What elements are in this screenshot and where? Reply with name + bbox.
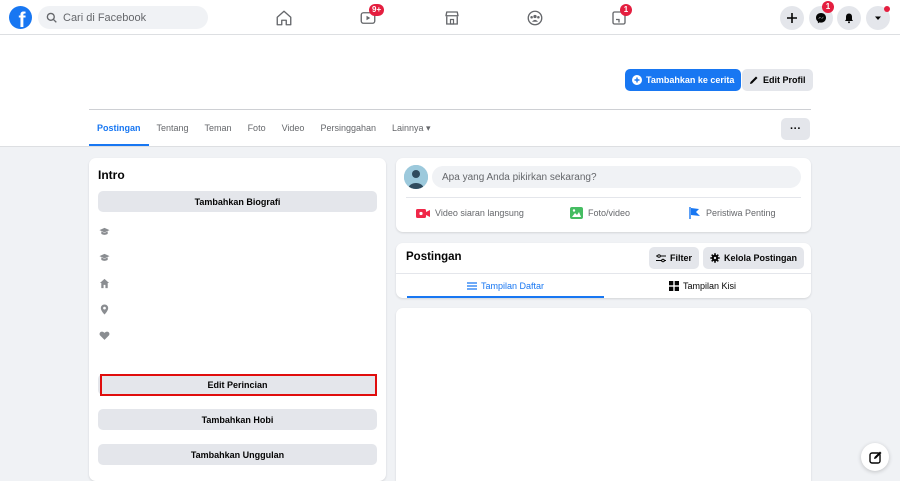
groups-icon [527, 10, 543, 26]
create-menu-button[interactable] [780, 6, 804, 30]
tab-check-ins[interactable]: Persinggahan [312, 118, 384, 146]
gaming-nav-button[interactable]: 1 [609, 4, 632, 28]
education-icon [99, 226, 110, 237]
home-icon [276, 10, 292, 26]
intro-card: Intro Tambahkan Biografi Edit Perincian … [89, 158, 386, 481]
education-icon [99, 252, 110, 263]
add-to-story-label: Tambahkan ke cerita [646, 75, 735, 85]
add-hobbies-button[interactable]: Tambahkan Hobi [98, 409, 377, 430]
home-nav-button[interactable] [274, 8, 294, 28]
composer-placeholder: Apa yang Anda pikirkan sekarang? [442, 171, 597, 183]
facebook-logo[interactable]: f [9, 6, 32, 29]
account-menu-button[interactable] [866, 6, 890, 30]
grid-view-label: Tampilan Kisi [682, 281, 737, 291]
search-input[interactable] [63, 11, 203, 24]
live-video-button[interactable]: Video siaran langsung [416, 204, 524, 222]
tab-friends[interactable]: Teman [197, 118, 240, 146]
notifications-button[interactable] [837, 6, 861, 30]
more-dots: ··· [790, 123, 801, 135]
new-message-button[interactable] [861, 443, 889, 471]
posts-title: Postingan [406, 251, 462, 263]
gaming-notification-badge: 1 [620, 4, 632, 16]
live-video-label: Video siaran langsung [435, 208, 524, 218]
pencil-icon [750, 76, 758, 84]
messenger-notification-badge: 1 [822, 1, 834, 13]
manage-posts-button[interactable]: Kelola Postingan [703, 247, 805, 269]
tab-posts[interactable]: Postingan [89, 118, 149, 146]
photo-icon [570, 207, 583, 219]
marketplace-icon [445, 11, 459, 25]
posts-feed [396, 308, 811, 481]
profile-header: Tambahkan ke cerita Edit Profil Postinga… [0, 35, 900, 147]
groups-nav-button[interactable] [525, 8, 545, 28]
manage-posts-label: Kelola Postingan [724, 253, 798, 263]
search-icon [46, 12, 57, 23]
photo-video-label: Foto/video [588, 208, 631, 218]
chevron-down-icon [875, 16, 881, 20]
heart-icon [99, 330, 110, 341]
add-bio-button[interactable]: Tambahkan Biografi [98, 191, 377, 212]
filter-label: Filter [670, 253, 693, 263]
tab-about[interactable]: Tentang [149, 118, 197, 146]
watch-nav-button[interactable]: 9+ [358, 4, 385, 28]
list-icon [466, 282, 477, 290]
account-notification-dot [884, 6, 890, 12]
search-box[interactable] [38, 6, 208, 29]
live-video-icon [416, 208, 430, 218]
filter-icon [656, 253, 666, 262]
add-to-story-button[interactable]: Tambahkan ke cerita [625, 69, 742, 91]
grid-icon [668, 281, 679, 291]
home-icon [99, 278, 110, 289]
flag-icon [689, 207, 700, 219]
bell-icon [845, 13, 853, 24]
header-divider [89, 109, 811, 110]
life-event-label: Peristiwa Penting [706, 208, 776, 218]
profile-tabs: Postingan Tentang Teman Foto Video Persi… [89, 118, 439, 146]
profile-avatar-image [404, 165, 428, 189]
more-options-button[interactable]: ··· [781, 118, 810, 140]
plus-icon [787, 13, 797, 23]
plus-circle-icon [632, 75, 642, 85]
top-navigation-bar: f 9+ 1 1 [0, 0, 900, 35]
facebook-logo-letter: f [18, 9, 26, 29]
filter-button[interactable]: Filter [649, 247, 700, 269]
post-composer-card: Apa yang Anda pikirkan sekarang? Video s… [396, 158, 811, 232]
posts-card: Postingan Filter Kelola Postingan Tampil… [396, 243, 811, 298]
edit-details-highlight [100, 374, 377, 396]
add-featured-button[interactable]: Tambahkan Unggulan [98, 444, 377, 465]
messenger-icon [816, 13, 826, 24]
gear-icon [710, 253, 720, 263]
list-view-tab[interactable]: Tampilan Daftar [407, 274, 604, 298]
tab-more[interactable]: Lainnya ▾ [384, 118, 439, 146]
whats-on-your-mind-input[interactable]: Apa yang Anda pikirkan sekarang? [432, 166, 801, 188]
tab-photos[interactable]: Foto [240, 118, 274, 146]
video-notification-badge: 9+ [369, 4, 385, 16]
composer-divider [406, 197, 801, 198]
marketplace-nav-button[interactable] [442, 8, 462, 28]
intro-title: Intro [98, 168, 125, 182]
edit-profile-button[interactable]: Edit Profil [742, 69, 813, 91]
life-event-button[interactable]: Peristiwa Penting [689, 204, 776, 222]
compose-icon [868, 451, 881, 464]
location-icon [99, 304, 110, 315]
photo-video-button[interactable]: Foto/video [570, 204, 630, 222]
tab-videos[interactable]: Video [274, 118, 313, 146]
list-view-label: Tampilan Daftar [480, 281, 545, 291]
messenger-button[interactable]: 1 [809, 1, 834, 30]
edit-profile-label: Edit Profil [763, 75, 806, 85]
avatar[interactable] [404, 165, 428, 189]
grid-view-tab[interactable]: Tampilan Kisi [604, 274, 801, 298]
